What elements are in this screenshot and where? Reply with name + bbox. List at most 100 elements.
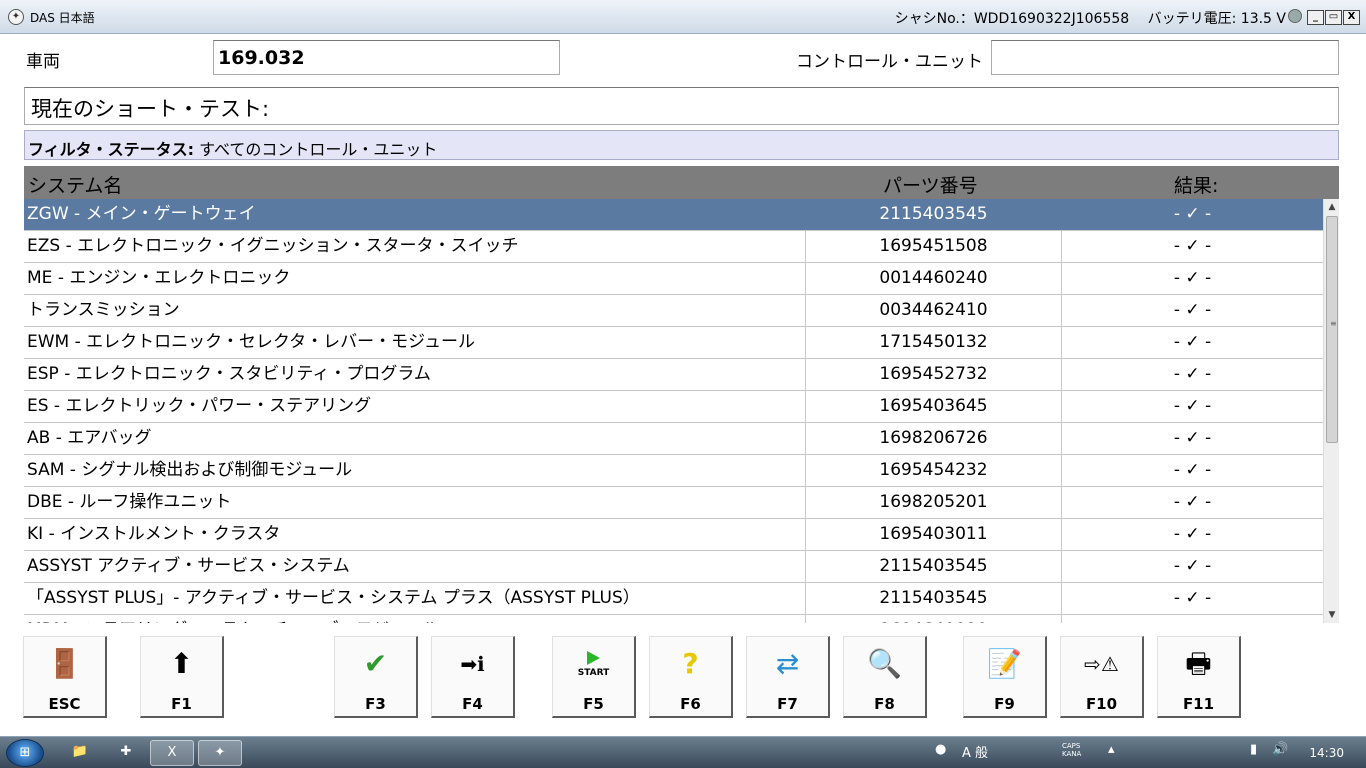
f1-button[interactable]: ⬆ F1 [140,636,224,718]
network-icon[interactable]: ▮ [1250,742,1257,757]
status-info: シャシNo.：WDD1690322J106558 バッテリ電圧: 13.5 V [881,8,1286,28]
table-row[interactable]: SAM - シグナル検出および制御モジュール 1695454232 - ✓ - [24,455,1323,487]
system-name-cell: EZS - エレクトロニック・イグニッション・スタータ・スイッチ [24,231,806,262]
f10-button[interactable]: ⇨⚠ F10 [1060,636,1144,718]
current-test-field: 現在のショート・テスト: [24,87,1339,125]
system-table: ZGW - メイン・ゲートウェイ 2115403545- ✓ - EZS - エレク… [24,199,1323,623]
part-number-cell: 1695454232 [806,455,1062,486]
arrow-up-icon: ⬆ [169,647,194,680]
result-cell: - ✓ - [1173,492,1212,512]
f9-button[interactable]: 📝 F9 [963,636,1047,718]
das-taskbar-icon[interactable]: ✦ [198,740,242,766]
function-key-bar: 🚪 ESC ⬆ F1 ✔ F3 ➡ℹ F4 START F5? F6 ⇄ F7 🔍 F8 📝 F9 ⇨⚠ F10 🖶 F… [0,628,1366,736]
control-unit-label: コントロール・ユニット [796,52,983,72]
key-label: F11 [1182,695,1215,713]
start-icon: START [553,647,634,681]
result-cell: - ✓ - [1173,236,1212,256]
system-name-cell: ES - エレクトリック・パワー・ステアリング [24,391,806,422]
table-row[interactable]: AB - エアバッグ 1698206726 - ✓ - [24,423,1323,455]
battery-voltage: バッテリ電圧: 13.5 V [1147,11,1286,27]
table-row[interactable]: EZS - エレクトロニック・イグニッション・スタータ・スイッチ 16954515… [24,231,1323,263]
table-row[interactable]: 「ASSYST PLUS」- アクティブ・サービス・システム プラス（ASSYS… [24,583,1323,615]
f6-button[interactable]: ? F6 [649,636,733,718]
caps-kana-indicator: CAPS KANA [1062,742,1082,758]
part-number-cell: 1695403645 [806,391,1062,422]
table-row[interactable]: KI - インストルメント・クラスタ 1695403011 - ✓ - [24,519,1323,551]
table-row[interactable]: ME - エンジン・エレクトロニック 0014460240 - ✓ - [24,263,1323,295]
scroll-up-arrow-icon[interactable]: ▲ [1324,199,1340,215]
key-label: F10 [1085,695,1118,713]
edit-document-icon: 📝 [987,647,1022,680]
explorer-taskbar-icon[interactable]: 📁 [58,740,102,766]
filter-status-value: すべてのコントロール・ユニット [194,140,438,159]
table-scrollbar[interactable]: ▲ ≡ ▼ [1323,199,1339,623]
start-button[interactable]: ⊞ [6,739,44,767]
system-name-cell: KI - インストルメント・クラスタ [24,519,806,550]
table-row[interactable]: DBE - ルーフ操作ユニット 1698205201 - ✓ - [24,487,1323,519]
part-number-cell: 1694640010 [806,615,1062,623]
table-row[interactable]: ES - エレクトリック・パワー・ステアリング 1695403645 - ✓ - [24,391,1323,423]
esc-button[interactable]: 🚪 ESC [23,636,107,718]
filter-status-bar: フィルタ・ステータス: すべてのコントロール・ユニット [24,130,1339,160]
system-name-cell: ASSYST アクティブ・サービス・システム [24,551,806,582]
window-title: DAS 日本語 [30,11,95,25]
minimize-button[interactable]: _ [1307,10,1324,25]
exit-door-icon: 🚪 [47,647,82,680]
result-cell: - ✓ - [1173,204,1212,224]
checkmark-icon: ✔ [363,647,388,680]
chassis-number: シャシNo.：WDD1690322J106558 [894,11,1130,27]
maximize-button[interactable]: ▭ [1325,10,1342,25]
table-row[interactable]: EWM - エレクトロニック・セレクタ・レバー・モジュール 1715450132 -… [24,327,1323,359]
part-number-cell: 1695451508 [806,231,1062,262]
scroll-thumb[interactable]: ≡ [1326,216,1338,443]
key-label: F3 [365,695,386,713]
result-cell: - ✓ - [1173,428,1212,448]
f8-button[interactable]: 🔍 F8 [843,636,927,718]
f3-button[interactable]: ✔ F3 [334,636,418,718]
part-number-cell: 1695403011 [806,519,1062,550]
clock[interactable]: 14:30 [1309,746,1344,760]
app-taskbar-icon[interactable]: ✚ [104,740,148,766]
help-icon: ? [682,647,699,680]
column-header-part-number: パーツ番号 [883,175,978,197]
f4-button[interactable]: ➡ℹ F4 [431,636,515,718]
table-row[interactable]: ESP - エレクトロニック・スタビリティ・プログラム 1695452732 - ✓… [24,359,1323,391]
result-cell: - ✓ - [1173,396,1212,416]
part-number-cell: 1698205201 [806,487,1062,518]
xentry-taskbar-icon[interactable]: X [150,740,194,766]
table-row[interactable]: ZGW - メイン・ゲートウェイ 2115403545 - ✓ - [24,199,1323,231]
system-name-cell: SAM - シグナル検出および制御モジュール [24,455,806,486]
part-number-cell: 2115403545 [806,551,1062,582]
result-cell: - ✓ - [1173,556,1212,576]
column-header-result: 結果: [1174,175,1219,197]
result-cell: - ✓ - [1173,460,1212,480]
key-label: F1 [171,695,192,713]
part-number-cell: 0034462410 [806,295,1062,326]
f5-button[interactable]: START F5 [552,636,636,718]
f7-button[interactable]: ⇄ F7 [746,636,830,718]
part-number-cell: 2115403545 [806,199,1062,230]
result-cell: - ✓ - [1173,332,1212,352]
close-button[interactable]: X [1343,10,1360,25]
result-cell: - ✓ - [1173,588,1212,608]
ime-indicator[interactable]: A 般 [962,742,988,761]
app-logo-icon: ✦ [8,9,24,25]
table-row[interactable]: ASSYST アクティブ・サービス・システム 2115403545 - ✓ - [24,551,1323,583]
key-label: F9 [994,695,1015,713]
scroll-grip-icon: ≡ [1330,319,1337,328]
key-label: F5 [583,695,604,713]
f11-button[interactable]: 🖶 F11 [1157,636,1241,718]
tray-alert-icon[interactable]: ● [935,742,946,757]
info-warning-icon: ➡ℹ [460,652,485,676]
system-name-cell: ME - エンジン・エレクトロニック [24,263,806,294]
key-label: ESC [48,695,81,713]
table-row[interactable]: トランスミッション 0034462410 - ✓ - [24,295,1323,327]
part-number-cell: 2115403545 [806,583,1062,614]
part-number-cell: 0014460240 [806,263,1062,294]
scroll-down-arrow-icon[interactable]: ▼ [1324,607,1340,623]
key-label: F6 [680,695,701,713]
result-cell: - ✓ - [1173,524,1212,544]
show-hidden-icons-icon[interactable]: ▴ [1108,742,1115,757]
volume-icon[interactable]: 🔊 [1272,742,1288,757]
table-row[interactable]: MRM - ステアリング・コラム・チューブ・モジュール1694640010- ✓… [24,615,1323,623]
